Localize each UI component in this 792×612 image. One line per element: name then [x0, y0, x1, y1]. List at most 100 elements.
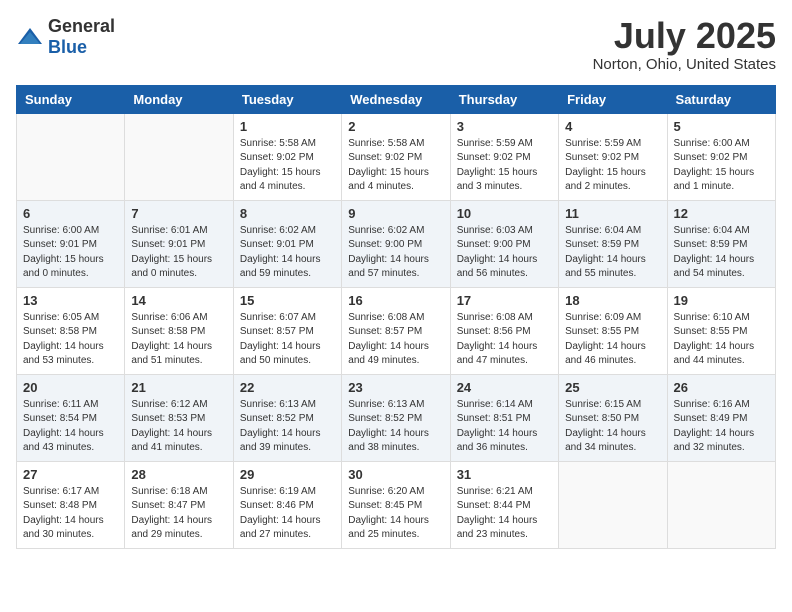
- day-info: Sunrise: 6:13 AM Sunset: 8:52 PM Dayligh…: [240, 398, 335, 456]
- day-info: Sunrise: 5:59 AM Sunset: 9:02 PM Dayligh…: [565, 137, 660, 195]
- calendar-day-cell: 25Sunrise: 6:15 AM Sunset: 8:50 PM Dayli…: [559, 374, 667, 461]
- logo-icon: [16, 26, 44, 48]
- calendar-day-cell: 24 Sunrise: 6:14 AM Sunset: 8:51 PM Dayli…: [450, 374, 558, 461]
- day-number: 12: [674, 206, 769, 221]
- weekday-header: Thursday: [450, 85, 558, 113]
- calendar-day-cell: 22 Sunrise: 6:13 AM Sunset: 8:52 PM Dayli…: [233, 374, 341, 461]
- day-number: 16: [348, 293, 443, 308]
- calendar-body: 1 Sunrise: 5:58 AM Sunset: 9:02 PM Daylig…: [17, 113, 776, 548]
- day-number: 3: [457, 119, 552, 134]
- weekday-header: Saturday: [667, 85, 775, 113]
- calendar-day-cell: 28Sunrise: 6:18 AM Sunset: 8:47 PM Dayli…: [125, 461, 233, 548]
- day-number: 18: [565, 293, 660, 308]
- day-info: Sunrise: 6:17 AM Sunset: 8:48 PM Dayligh…: [23, 485, 118, 543]
- day-number: 30: [348, 467, 443, 482]
- calendar-day-cell: [559, 461, 667, 548]
- calendar-day-cell: 26 Sunrise: 6:16 AM Sunset: 8:49 PM Dayli…: [667, 374, 775, 461]
- calendar-day-cell: 21Sunrise: 6:12 AM Sunset: 8:53 PM Dayli…: [125, 374, 233, 461]
- page-header: General Blue July 2025 Norton, Ohio, Uni…: [16, 16, 776, 73]
- calendar-day-cell: 3 Sunrise: 5:59 AM Sunset: 9:02 PM Daylig…: [450, 113, 558, 200]
- logo-blue: Blue: [48, 37, 87, 57]
- day-number: 24: [457, 380, 552, 395]
- calendar-title: July 2025: [593, 16, 776, 56]
- day-number: 4: [565, 119, 660, 134]
- day-info: Sunrise: 6:08 AM Sunset: 8:56 PM Dayligh…: [457, 311, 552, 369]
- calendar-day-cell: 5Sunrise: 6:00 AM Sunset: 9:02 PM Daylig…: [667, 113, 775, 200]
- day-info: Sunrise: 5:58 AM Sunset: 9:02 PM Dayligh…: [348, 137, 443, 195]
- calendar-day-cell: 8Sunrise: 6:02 AM Sunset: 9:01 PM Daylig…: [233, 200, 341, 287]
- day-number: 10: [457, 206, 552, 221]
- day-info: Sunrise: 6:16 AM Sunset: 8:49 PM Dayligh…: [674, 398, 769, 456]
- day-info: Sunrise: 6:00 AM Sunset: 9:02 PM Dayligh…: [674, 137, 769, 195]
- day-number: 22: [240, 380, 335, 395]
- logo-general: General: [48, 16, 115, 36]
- calendar-day-cell: 1 Sunrise: 5:58 AM Sunset: 9:02 PM Daylig…: [233, 113, 341, 200]
- day-number: 23: [348, 380, 443, 395]
- calendar-day-cell: 12 Sunrise: 6:04 AM Sunset: 8:59 PM Dayli…: [667, 200, 775, 287]
- day-number: 26: [674, 380, 769, 395]
- weekday-header: Sunday: [17, 85, 125, 113]
- day-info: Sunrise: 6:02 AM Sunset: 9:01 PM Dayligh…: [240, 224, 335, 282]
- day-info: Sunrise: 5:58 AM Sunset: 9:02 PM Dayligh…: [240, 137, 335, 195]
- day-info: Sunrise: 6:19 AM Sunset: 8:46 PM Dayligh…: [240, 485, 335, 543]
- day-number: 29: [240, 467, 335, 482]
- day-info: Sunrise: 6:07 AM Sunset: 8:57 PM Dayligh…: [240, 311, 335, 369]
- day-info: Sunrise: 6:21 AM Sunset: 8:44 PM Dayligh…: [457, 485, 552, 543]
- calendar-week-row: 27 Sunrise: 6:17 AM Sunset: 8:48 PM Dayli…: [17, 461, 776, 548]
- calendar-week-row: 13Sunrise: 6:05 AM Sunset: 8:58 PM Dayli…: [17, 287, 776, 374]
- calendar-day-cell: 27 Sunrise: 6:17 AM Sunset: 8:48 PM Dayli…: [17, 461, 125, 548]
- day-info: Sunrise: 6:20 AM Sunset: 8:45 PM Dayligh…: [348, 485, 443, 543]
- day-info: Sunrise: 6:09 AM Sunset: 8:55 PM Dayligh…: [565, 311, 660, 369]
- calendar-day-cell: [125, 113, 233, 200]
- calendar-day-cell: 4 Sunrise: 5:59 AM Sunset: 9:02 PM Daylig…: [559, 113, 667, 200]
- calendar-day-cell: 10 Sunrise: 6:03 AM Sunset: 9:00 PM Dayli…: [450, 200, 558, 287]
- calendar-day-cell: [17, 113, 125, 200]
- day-info: Sunrise: 6:04 AM Sunset: 8:59 PM Dayligh…: [674, 224, 769, 282]
- day-info: Sunrise: 6:03 AM Sunset: 9:00 PM Dayligh…: [457, 224, 552, 282]
- day-number: 6: [23, 206, 118, 221]
- day-number: 7: [131, 206, 226, 221]
- calendar-day-cell: 6 Sunrise: 6:00 AM Sunset: 9:01 PM Daylig…: [17, 200, 125, 287]
- calendar-header: SundayMondayTuesdayWednesdayThursdayFrid…: [17, 85, 776, 113]
- day-info: Sunrise: 6:00 AM Sunset: 9:01 PM Dayligh…: [23, 224, 118, 282]
- day-info: Sunrise: 6:14 AM Sunset: 8:51 PM Dayligh…: [457, 398, 552, 456]
- calendar-day-cell: 31 Sunrise: 6:21 AM Sunset: 8:44 PM Dayli…: [450, 461, 558, 548]
- calendar-day-cell: 17Sunrise: 6:08 AM Sunset: 8:56 PM Dayli…: [450, 287, 558, 374]
- day-info: Sunrise: 6:11 AM Sunset: 8:54 PM Dayligh…: [23, 398, 118, 456]
- day-info: Sunrise: 6:02 AM Sunset: 9:00 PM Dayligh…: [348, 224, 443, 282]
- logo: General Blue: [16, 16, 115, 58]
- calendar-day-cell: 15 Sunrise: 6:07 AM Sunset: 8:57 PM Dayli…: [233, 287, 341, 374]
- day-info: Sunrise: 6:13 AM Sunset: 8:52 PM Dayligh…: [348, 398, 443, 456]
- calendar-subtitle: Norton, Ohio, United States: [593, 56, 776, 73]
- calendar-day-cell: 2Sunrise: 5:58 AM Sunset: 9:02 PM Daylig…: [342, 113, 450, 200]
- day-info: Sunrise: 6:08 AM Sunset: 8:57 PM Dayligh…: [348, 311, 443, 369]
- day-number: 25: [565, 380, 660, 395]
- calendar-day-cell: 16 Sunrise: 6:08 AM Sunset: 8:57 PM Dayli…: [342, 287, 450, 374]
- calendar-day-cell: [667, 461, 775, 548]
- calendar-day-cell: 11Sunrise: 6:04 AM Sunset: 8:59 PM Dayli…: [559, 200, 667, 287]
- title-block: July 2025 Norton, Ohio, United States: [593, 16, 776, 73]
- day-number: 14: [131, 293, 226, 308]
- weekday-row: SundayMondayTuesdayWednesdayThursdayFrid…: [17, 85, 776, 113]
- calendar-day-cell: 7 Sunrise: 6:01 AM Sunset: 9:01 PM Daylig…: [125, 200, 233, 287]
- calendar-day-cell: 18 Sunrise: 6:09 AM Sunset: 8:55 PM Dayli…: [559, 287, 667, 374]
- calendar-week-row: 20Sunrise: 6:11 AM Sunset: 8:54 PM Dayli…: [17, 374, 776, 461]
- day-number: 31: [457, 467, 552, 482]
- day-info: Sunrise: 6:06 AM Sunset: 8:58 PM Dayligh…: [131, 311, 226, 369]
- calendar-day-cell: 30 Sunrise: 6:20 AM Sunset: 8:45 PM Dayli…: [342, 461, 450, 548]
- day-number: 11: [565, 206, 660, 221]
- day-number: 27: [23, 467, 118, 482]
- calendar-day-cell: 20Sunrise: 6:11 AM Sunset: 8:54 PM Dayli…: [17, 374, 125, 461]
- weekday-header: Monday: [125, 85, 233, 113]
- calendar-week-row: 1 Sunrise: 5:58 AM Sunset: 9:02 PM Daylig…: [17, 113, 776, 200]
- day-info: Sunrise: 5:59 AM Sunset: 9:02 PM Dayligh…: [457, 137, 552, 195]
- day-number: 19: [674, 293, 769, 308]
- day-number: 9: [348, 206, 443, 221]
- weekday-header: Tuesday: [233, 85, 341, 113]
- day-info: Sunrise: 6:01 AM Sunset: 9:01 PM Dayligh…: [131, 224, 226, 282]
- day-number: 21: [131, 380, 226, 395]
- day-info: Sunrise: 6:10 AM Sunset: 8:55 PM Dayligh…: [674, 311, 769, 369]
- day-number: 1: [240, 119, 335, 134]
- calendar-day-cell: 14 Sunrise: 6:06 AM Sunset: 8:58 PM Dayli…: [125, 287, 233, 374]
- day-number: 15: [240, 293, 335, 308]
